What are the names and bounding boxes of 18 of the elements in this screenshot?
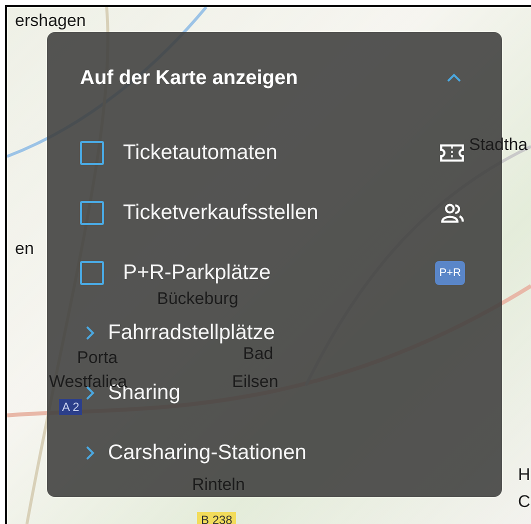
category-label[interactable]: Fahrradstellplätze [108, 321, 275, 345]
place-label: Eilsen [232, 372, 278, 392]
checkbox-label[interactable]: P+R-Parkplätze [123, 261, 436, 285]
place-label: ershagen [15, 11, 86, 31]
place-label: H [518, 465, 530, 485]
park-and-ride-badge: P+R [435, 261, 465, 285]
place-label: Bad [243, 344, 274, 364]
place-label: C [518, 492, 530, 512]
road-sign: A 2 [59, 399, 82, 415]
checkbox-label[interactable]: Ticketautomaten [123, 141, 439, 165]
place-label: Bückeburg [157, 289, 238, 309]
place-label: en [15, 239, 34, 259]
place-label: Rinteln [192, 475, 245, 495]
road-sign: B 238 [197, 512, 236, 524]
category-label[interactable]: Carsharing-Stationen [108, 441, 306, 465]
checkbox-label[interactable]: Ticketverkaufsstellen [123, 201, 439, 225]
place-label: Porta [77, 348, 118, 368]
panel-title: Auf der Karte anzeigen [80, 66, 298, 90]
